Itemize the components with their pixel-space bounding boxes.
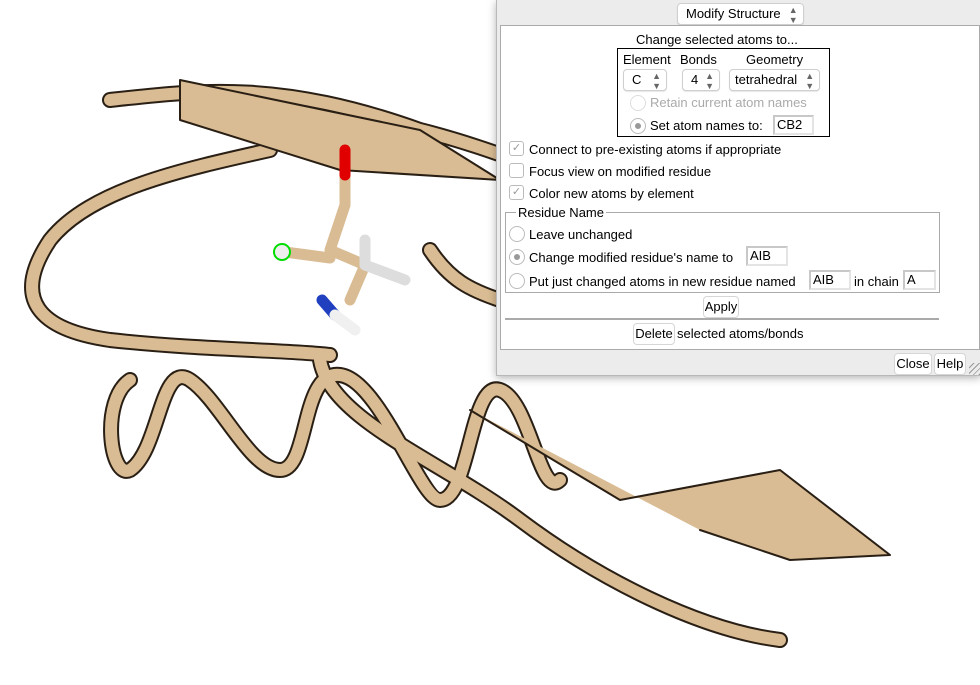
chain-input[interactable]: A	[903, 270, 936, 290]
bonds-label: Bonds	[680, 52, 717, 67]
selected-atom	[273, 243, 291, 261]
bonds-select[interactable]: 4 ▲ ▼	[682, 69, 720, 91]
residue-name-input[interactable]: AIB	[746, 246, 788, 266]
element-label: Element	[623, 52, 671, 67]
retain-names-label: Retain current atom names	[650, 95, 807, 110]
divider	[505, 318, 939, 320]
element-select[interactable]: C ▲ ▼	[623, 69, 667, 91]
new-residue-input[interactable]: AIB	[809, 270, 851, 290]
chevron-updown-icon: ▲ ▼	[805, 71, 815, 91]
new-residue-label: Put just changed atoms in new residue na…	[529, 274, 796, 289]
tool-selector[interactable]: Modify Structure ▲ ▼	[677, 3, 804, 25]
atom-change-box: Element Bonds Geometry C ▲ ▼ 4 ▲ ▼ tetrahedr…	[617, 48, 830, 137]
chevron-updown-icon: ▲ ▼	[705, 71, 714, 91]
change-name-radio[interactable]	[509, 249, 525, 265]
geometry-select[interactable]: tetrahedral ▲ ▼	[729, 69, 821, 91]
focus-checkbox[interactable]	[509, 163, 524, 178]
atom-name-input[interactable]: CB2	[773, 115, 814, 135]
focus-label: Focus view on modified residue	[529, 164, 712, 179]
color-checkbox[interactable]: ✓	[509, 185, 524, 200]
leave-unchanged-label: Leave unchanged	[529, 227, 633, 242]
tool-panel: Change selected atoms to... Element Bond…	[500, 25, 980, 350]
change-name-label: Change modified residue's name to	[529, 250, 734, 265]
close-button[interactable]: Close	[894, 353, 932, 375]
section-title: Change selected atoms to...	[636, 32, 798, 47]
color-label: Color new atoms by element	[529, 186, 694, 201]
set-names-label: Set atom names to:	[650, 118, 763, 133]
new-residue-radio[interactable]	[509, 273, 525, 289]
retain-names-radio[interactable]	[630, 95, 646, 111]
chevron-updown-icon: ▲ ▼	[652, 71, 661, 91]
resize-grip-icon[interactable]	[969, 363, 980, 375]
leave-unchanged-radio[interactable]	[509, 226, 525, 242]
in-chain-label: in chain	[854, 274, 899, 289]
apply-button[interactable]: Apply	[703, 296, 739, 318]
chevron-updown-icon: ▲ ▼	[788, 5, 798, 25]
geometry-label: Geometry	[746, 52, 804, 67]
help-button[interactable]: Help	[934, 353, 966, 375]
delete-button[interactable]: Delete	[633, 323, 675, 345]
residue-name-group: Residue Name Leave unchanged Change modi…	[505, 205, 940, 293]
connect-label: Connect to pre-existing atoms if appropr…	[529, 142, 782, 157]
connect-checkbox[interactable]: ✓	[509, 141, 524, 156]
stick-model	[279, 144, 411, 336]
residue-group-title: Residue Name	[516, 205, 606, 220]
modify-structure-dialog: Modify Structure ▲ ▼ Change selected atom…	[496, 0, 980, 376]
delete-suffix-label: selected atoms/bonds	[677, 326, 804, 341]
set-names-radio[interactable]	[630, 118, 646, 134]
